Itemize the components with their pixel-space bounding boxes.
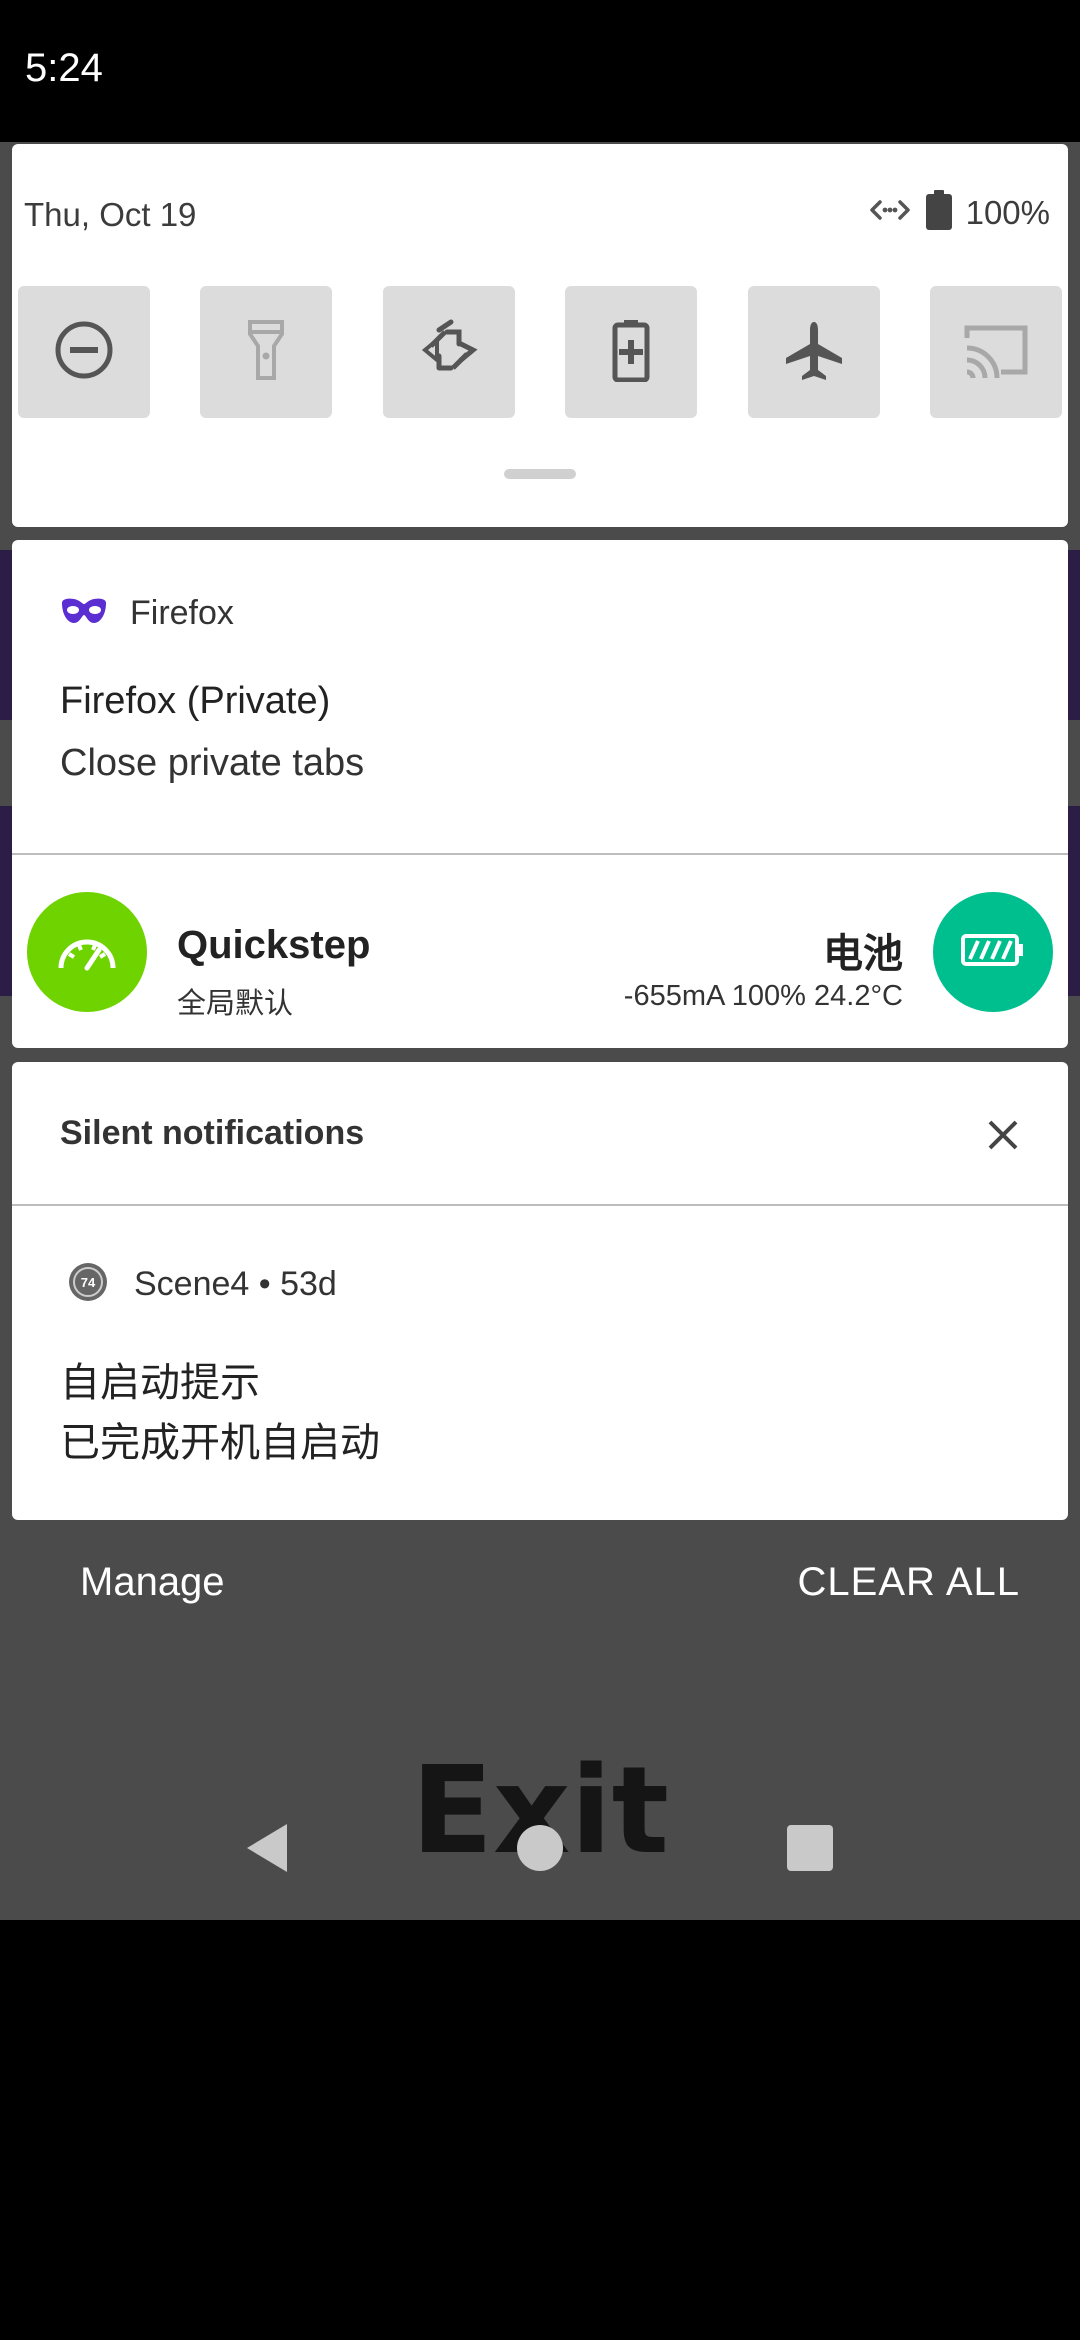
quickstep-name: Quickstep <box>177 923 371 967</box>
tile-auto-rotate[interactable] <box>382 286 515 418</box>
quick-settings-panel: Thu, Oct 19 100% <box>12 144 1068 527</box>
battery-charging-icon <box>961 933 1025 972</box>
back-icon[interactable] <box>243 1822 289 1879</box>
battery-title: 电池 <box>823 932 903 976</box>
close-icon[interactable] <box>978 1110 1028 1160</box>
divider <box>12 1204 1068 1206</box>
qs-date[interactable]: Thu, Oct 19 <box>24 196 196 234</box>
scene-badge-number: 74 <box>81 1275 96 1290</box>
firefox-notification-title: Firefox (Private) <box>60 680 331 722</box>
private-mask-icon <box>60 597 108 630</box>
battery-status-button[interactable] <box>933 892 1053 1012</box>
tile-do-not-disturb[interactable] <box>18 286 150 418</box>
manage-button[interactable]: Manage <box>80 1560 225 1605</box>
quickstep-row[interactable]: Quickstep 全局默认 电池 -655mA 100% 24.2°C <box>12 855 1068 1048</box>
qs-tiles <box>18 286 1062 418</box>
scene-app-name: Scene4 • 53d <box>134 1265 337 1303</box>
scene-app-icon: 74 <box>68 1262 108 1307</box>
firefox-notification-text: Close private tabs <box>60 742 365 784</box>
quickstep-mode-button[interactable] <box>27 892 147 1012</box>
silent-notifications-card: Silent notifications 74 Scene4 • 53d 自启动… <box>12 1062 1068 1520</box>
minus-circle-icon <box>52 318 116 387</box>
screen: Exit 5:24 Thu, Oct 19 100% Firefox Firef… <box>0 0 1080 2340</box>
clear-all-button[interactable]: CLEAR ALL <box>798 1560 1020 1605</box>
tile-airplane-mode[interactable] <box>747 286 880 418</box>
silent-notifications-header: Silent notifications <box>60 1114 365 1152</box>
recents-icon[interactable] <box>787 1825 833 1871</box>
scene-notification-header[interactable]: 74 Scene4 • 53d <box>68 1262 337 1307</box>
firefox-app-name: Firefox <box>130 594 234 632</box>
airplane-icon <box>782 318 846 387</box>
battery-info: -655mA 100% 24.2°C <box>623 980 903 1012</box>
tile-flashlight[interactable] <box>200 286 333 418</box>
firefox-notification-card[interactable]: Firefox Firefox (Private) Close private … <box>12 540 1068 1048</box>
scene-notification-title: 自启动提示 <box>60 1361 260 1405</box>
battery-plus-icon <box>611 318 651 387</box>
status-time: 5:24 <box>25 46 103 90</box>
quickstep-sub: 全局默认 <box>177 988 294 1020</box>
tile-cast[interactable] <box>929 286 1062 418</box>
rotate-icon <box>417 318 481 387</box>
scene-notification-text: 已完成开机自启动 <box>60 1421 380 1465</box>
battery-icon <box>925 190 952 235</box>
bottom-area <box>0 1920 1080 2340</box>
flashlight-icon <box>246 318 286 387</box>
qs-status-icons: 100% <box>868 190 1050 235</box>
cast-icon <box>961 320 1031 385</box>
tile-battery-saver[interactable] <box>565 286 698 418</box>
battery-percent: 100% <box>965 193 1050 231</box>
speedometer-icon <box>55 928 119 977</box>
data-arrows-icon <box>868 195 912 230</box>
qs-drag-handle[interactable] <box>504 469 576 479</box>
home-icon[interactable] <box>517 1825 563 1871</box>
firefox-header: Firefox <box>60 594 234 633</box>
status-bar: 5:24 <box>0 0 1080 142</box>
